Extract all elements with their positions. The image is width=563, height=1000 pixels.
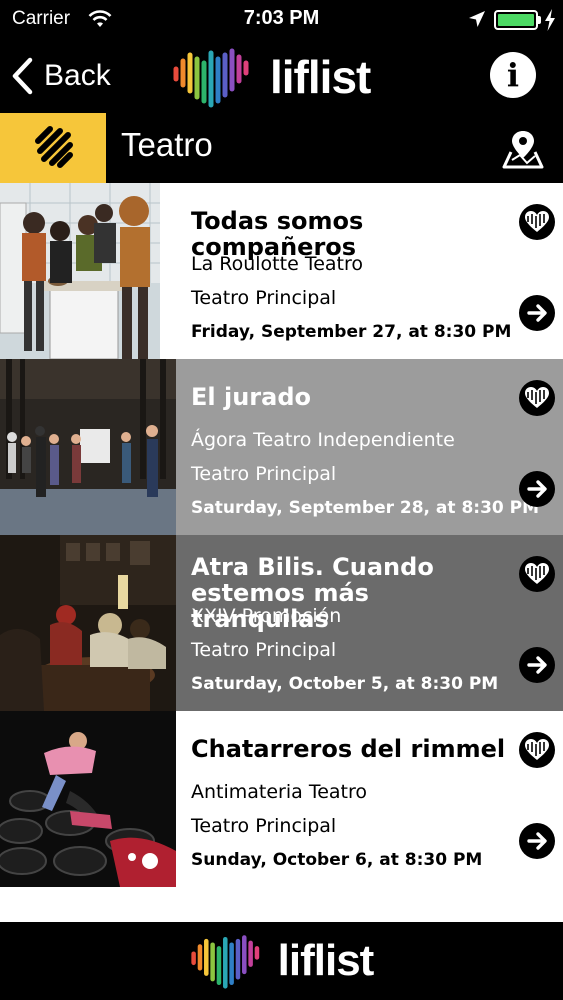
status-bar: Carrier 7:03 PM xyxy=(0,0,563,40)
event-image xyxy=(0,711,176,887)
event-image xyxy=(0,183,176,359)
go-to-event-button[interactable] xyxy=(519,471,555,507)
heart-icon xyxy=(525,563,549,584)
event-info: Chatarreros del rimmel Antimateria Teatr… xyxy=(176,711,563,887)
list-item[interactable]: El jurado Ágora Teatro Independiente Tea… xyxy=(0,359,563,535)
go-to-event-button[interactable] xyxy=(519,295,555,331)
event-image xyxy=(0,535,176,711)
charging-bolt-icon xyxy=(545,9,555,31)
event-date: Sunday, October 6, at 8:30 PM xyxy=(191,850,483,870)
category-title: Teatro xyxy=(121,126,213,163)
event-date: Friday, September 27, at 8:30 PM xyxy=(191,322,512,342)
back-button[interactable]: Back xyxy=(10,52,111,100)
heart-icon xyxy=(525,387,549,408)
navigation-bar: Back liflist i xyxy=(0,40,563,113)
event-info: Todas somos compañeros La Roulotte Teatr… xyxy=(176,183,563,359)
arrow-right-icon xyxy=(527,480,547,498)
go-to-event-button[interactable] xyxy=(519,823,555,859)
event-venue: Teatro Principal xyxy=(191,287,337,309)
theatre-icon xyxy=(35,126,73,168)
event-date: Saturday, October 5, at 8:30 PM xyxy=(191,674,499,694)
location-arrow-icon xyxy=(469,11,485,27)
favorite-button[interactable] xyxy=(519,556,555,592)
favorite-button[interactable] xyxy=(519,204,555,240)
favorite-button[interactable] xyxy=(519,380,555,416)
event-image xyxy=(0,359,176,535)
back-label: Back xyxy=(44,59,111,92)
list-item[interactable]: Atra Bilis. Cuando estemos más tranquila… xyxy=(0,535,563,711)
event-title: El jurado xyxy=(191,383,311,411)
event-venue: Teatro Principal xyxy=(191,815,337,837)
heart-equalizer-logo-icon xyxy=(173,48,249,108)
favorite-button[interactable] xyxy=(519,732,555,768)
heart-icon xyxy=(525,739,549,760)
arrow-right-icon xyxy=(527,656,547,674)
chevron-left-icon xyxy=(12,57,33,95)
app-logo-text: liflist xyxy=(270,51,371,103)
event-venue: Teatro Principal xyxy=(191,639,337,661)
list-item[interactable]: Chatarreros del rimmel Antimateria Teatr… xyxy=(0,711,563,887)
go-to-event-button[interactable] xyxy=(519,647,555,683)
footer-banner: liflist xyxy=(0,922,563,1000)
battery-tip xyxy=(538,16,541,24)
event-info: Atra Bilis. Cuando estemos más tranquila… xyxy=(176,535,563,711)
event-venue: Teatro Principal xyxy=(191,463,337,485)
arrow-right-icon xyxy=(527,832,547,850)
event-title: Chatarreros del rimmel xyxy=(191,735,506,763)
info-icon: i xyxy=(506,56,520,94)
event-company: Antimateria Teatro xyxy=(191,781,368,803)
event-info: El jurado Ágora Teatro Independiente Tea… xyxy=(176,359,563,535)
event-company: La Roulotte Teatro xyxy=(191,253,363,275)
heart-icon xyxy=(525,211,549,232)
info-button[interactable]: i xyxy=(490,52,536,98)
event-list: Todas somos compañeros La Roulotte Teatr… xyxy=(0,183,563,887)
map-pin-icon[interactable] xyxy=(502,128,544,170)
app-logo: liflist xyxy=(172,42,371,112)
arrow-right-icon xyxy=(527,304,547,322)
event-date: Saturday, September 28, at 8:30 PM xyxy=(191,498,540,518)
event-company: Ágora Teatro Independiente xyxy=(191,429,455,451)
footer-logo-text: liflist xyxy=(277,936,375,985)
battery-icon xyxy=(494,10,538,30)
heart-equalizer-logo-icon xyxy=(191,935,259,989)
list-item[interactable]: Todas somos compañeros La Roulotte Teatr… xyxy=(0,183,563,359)
category-header: Teatro xyxy=(0,113,563,183)
category-icon-box xyxy=(0,113,106,183)
event-company: XXIV Promoción xyxy=(191,605,342,627)
